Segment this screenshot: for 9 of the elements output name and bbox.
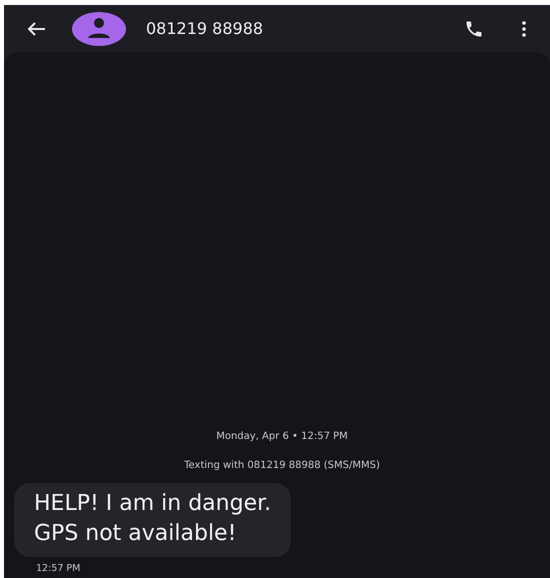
avatar-icon[interactable] xyxy=(72,12,126,46)
texting-info: Texting with 081219 88988 (SMS/MMS) xyxy=(184,460,380,471)
message-bubble[interactable]: HELP! I am in danger. GPS not available! xyxy=(14,483,292,557)
phone-icon[interactable] xyxy=(464,18,484,38)
back-arrow-icon[interactable] xyxy=(26,20,46,36)
contact-name: 081219 88988 xyxy=(146,19,264,38)
more-options-icon[interactable] xyxy=(522,20,526,36)
message-time: 12:57 PM xyxy=(36,563,80,574)
date-label: Monday, Apr 6 • 12:57 PM xyxy=(216,431,348,442)
